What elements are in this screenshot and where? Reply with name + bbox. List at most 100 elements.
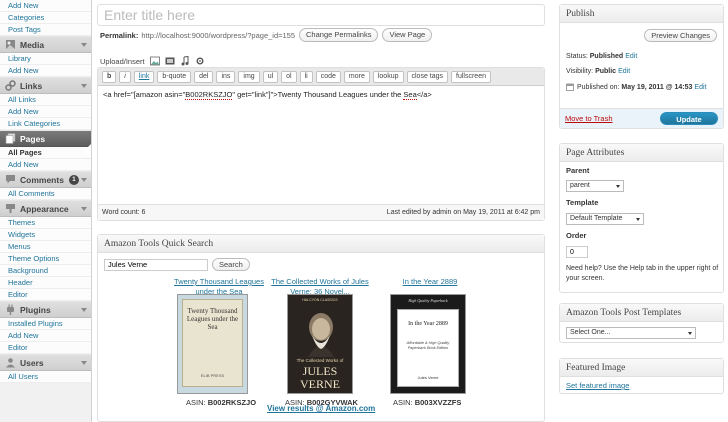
comments-icon xyxy=(4,174,16,186)
published-edit-link[interactable]: Edit xyxy=(694,84,706,91)
qt-li-button[interactable]: li xyxy=(299,70,313,83)
qt-del-button[interactable]: del xyxy=(194,70,214,83)
change-permalinks-button[interactable]: Change Permalinks xyxy=(299,28,379,42)
sidebar-item-theme-editor[interactable]: Editor xyxy=(0,289,91,301)
amazon-result-1-cover[interactable]: Twenty Thousand Leagues under the Sea EL… xyxy=(177,294,248,394)
order-input[interactable] xyxy=(566,246,588,258)
sidebar-item-installed-plugins[interactable]: Installed Plugins xyxy=(0,318,91,330)
parent-select-value: parent xyxy=(570,182,590,189)
qt-blockquote-button[interactable]: b-quote xyxy=(157,70,192,83)
add-image-icon[interactable] xyxy=(149,56,160,66)
qt-fullscreen-button[interactable]: fullscreen xyxy=(451,70,491,83)
preview-changes-button[interactable]: Preview Changes xyxy=(644,29,717,42)
amazon-quick-search-box: Amazon Tools Quick Search Search Twenty … xyxy=(97,234,545,422)
sidebar-item-all-comments[interactable]: All Comments xyxy=(0,188,91,200)
qt-ul-button[interactable]: ul xyxy=(262,70,279,83)
amazon-quick-search-title[interactable]: Amazon Tools Quick Search xyxy=(98,235,544,253)
amazon-result-3-title[interactable]: In the Year 2889 xyxy=(403,277,458,286)
sidebar-item-all-links[interactable]: All Links xyxy=(0,94,91,106)
sidebar-menu-pages[interactable]: Pages xyxy=(0,130,91,147)
content-textarea[interactable]: <a href="[amazon asin="B002RKSZJO" get="… xyxy=(98,86,544,204)
sidebar-item-theme-options[interactable]: Theme Options xyxy=(0,253,91,265)
sidebar-item-plugins-add-new[interactable]: Add New xyxy=(0,330,91,342)
menu-toggle-arrow-icon[interactable] xyxy=(81,307,87,312)
sidebar-menu-appearance[interactable]: Appearance xyxy=(0,200,91,217)
sidebar-item-links-add-new[interactable]: Add New xyxy=(0,106,91,118)
qt-lookup-button[interactable]: lookup xyxy=(372,70,404,83)
post-templates-select[interactable]: Select One... xyxy=(566,327,696,339)
upload-insert-label: Upload/Insert xyxy=(100,56,145,66)
publish-title[interactable]: Publish xyxy=(560,5,723,23)
status-edit-link[interactable]: Edit xyxy=(625,53,637,60)
sidebar-item-header[interactable]: Header xyxy=(0,277,91,289)
parent-label: Parent xyxy=(566,166,590,175)
sidebar-item-all-pages[interactable]: All Pages xyxy=(0,147,91,159)
content-text-pre: <a href="[amazon asin=" xyxy=(103,90,186,99)
menu-toggle-arrow-icon[interactable] xyxy=(81,177,87,182)
qt-italic-button[interactable]: i xyxy=(119,70,131,83)
template-select[interactable]: Default Template xyxy=(566,213,644,225)
add-audio-icon[interactable] xyxy=(180,56,190,66)
qt-bold-button[interactable]: b xyxy=(102,70,117,83)
amazon-search-input[interactable] xyxy=(104,258,208,271)
sidebar-item-themes[interactable]: Themes xyxy=(0,217,91,229)
qt-close-tags-button[interactable]: close tags xyxy=(406,70,449,83)
sidebar-menu-comments[interactable]: Comments 1 xyxy=(0,171,91,188)
sidebar-item-link-categories[interactable]: Link Categories xyxy=(0,118,91,130)
amazon-result-3-cover[interactable]: High Quality Paperback In the Year 2889 … xyxy=(390,294,466,394)
content-text-mid: " get="link"]">Twenty Thousand Leagues u… xyxy=(232,90,404,99)
editor-status-bar: Word count: 6 Last edited by admin on Ma… xyxy=(98,204,544,220)
sidebar-item-menus[interactable]: Menus xyxy=(0,241,91,253)
menu-toggle-arrow-icon[interactable] xyxy=(81,83,87,88)
sidebar-item-posts-add-new[interactable]: Add New xyxy=(0,0,91,12)
cover-3-author: Jules Verne xyxy=(417,375,439,380)
qt-ins-button[interactable]: ins xyxy=(216,70,236,83)
chevron-down-icon xyxy=(636,217,640,221)
update-button[interactable]: Update xyxy=(660,112,718,125)
qt-link-button[interactable]: link xyxy=(133,70,155,83)
sidebar-menu-plugins[interactable]: Plugins xyxy=(0,301,91,318)
qt-ol-button[interactable]: ol xyxy=(281,70,297,83)
sidebar-menu-label: Users xyxy=(20,357,44,368)
sidebar-item-pages-add-new[interactable]: Add New xyxy=(0,159,91,171)
menu-toggle-arrow-icon[interactable] xyxy=(81,42,87,47)
amazon-result-1-title[interactable]: Twenty Thousand Leagues under the Sea xyxy=(174,277,264,296)
last-edited: Last edited by admin on May 19, 2011 at … xyxy=(386,209,540,216)
sidebar-menu-media[interactable]: Media xyxy=(0,36,91,53)
parent-select[interactable]: parent xyxy=(566,180,624,192)
sidebar-item-background[interactable]: Background xyxy=(0,265,91,277)
sidebar-menu-users[interactable]: Users xyxy=(0,354,91,371)
set-featured-image-link[interactable]: Set featured image xyxy=(566,381,629,390)
post-templates-title[interactable]: Amazon Tools Post Templates xyxy=(560,304,723,322)
sidebar-item-media-add-new[interactable]: Add New xyxy=(0,65,91,77)
menu-toggle-arrow-icon[interactable] xyxy=(81,206,87,211)
add-video-icon[interactable] xyxy=(165,56,175,66)
amazon-search-button[interactable]: Search xyxy=(212,258,250,271)
qt-more-button[interactable]: more xyxy=(343,70,370,83)
sidebar-item-plugins-editor[interactable]: Editor xyxy=(0,342,91,354)
featured-image-title[interactable]: Featured Image xyxy=(560,359,723,377)
add-media-gear-icon[interactable] xyxy=(195,56,205,66)
sidebar-item-categories[interactable]: Categories xyxy=(0,12,91,24)
qt-img-button[interactable]: img xyxy=(238,70,260,83)
html-editor: b i link b-quote del ins img ul ol li co… xyxy=(97,67,545,221)
amazon-result-2-cover[interactable]: HALCYON CLASSICS The Collected Works of … xyxy=(287,294,353,394)
view-results-link[interactable]: View results @ Amazon.com xyxy=(267,404,375,413)
content-text-asin: B002RKSZJO xyxy=(185,90,233,100)
visibility-edit-link[interactable]: Edit xyxy=(618,68,630,75)
sidebar-menu-links[interactable]: Links xyxy=(0,77,91,94)
status-row: Status: Published Edit xyxy=(566,53,637,60)
page-attributes-title[interactable]: Page Attributes xyxy=(560,144,723,162)
qt-code-button[interactable]: code xyxy=(315,70,341,83)
move-to-trash-link[interactable]: Move to Trash xyxy=(565,114,613,123)
order-label: Order xyxy=(566,231,587,240)
post-title-input[interactable] xyxy=(97,4,545,26)
cover-1-title: Twenty Thousand Leagues under the Sea xyxy=(186,307,239,331)
sidebar-item-all-users[interactable]: All Users xyxy=(0,371,91,383)
sidebar-item-library[interactable]: Library xyxy=(0,53,91,65)
sidebar-item-widgets[interactable]: Widgets xyxy=(0,229,91,241)
amazon-result-2-title[interactable]: The Collected Works of Jules Verne: 36 N… xyxy=(271,277,368,296)
menu-toggle-arrow-icon[interactable] xyxy=(81,360,87,365)
sidebar-item-post-tags[interactable]: Post Tags xyxy=(0,24,91,36)
view-page-button[interactable]: View Page xyxy=(382,28,433,42)
